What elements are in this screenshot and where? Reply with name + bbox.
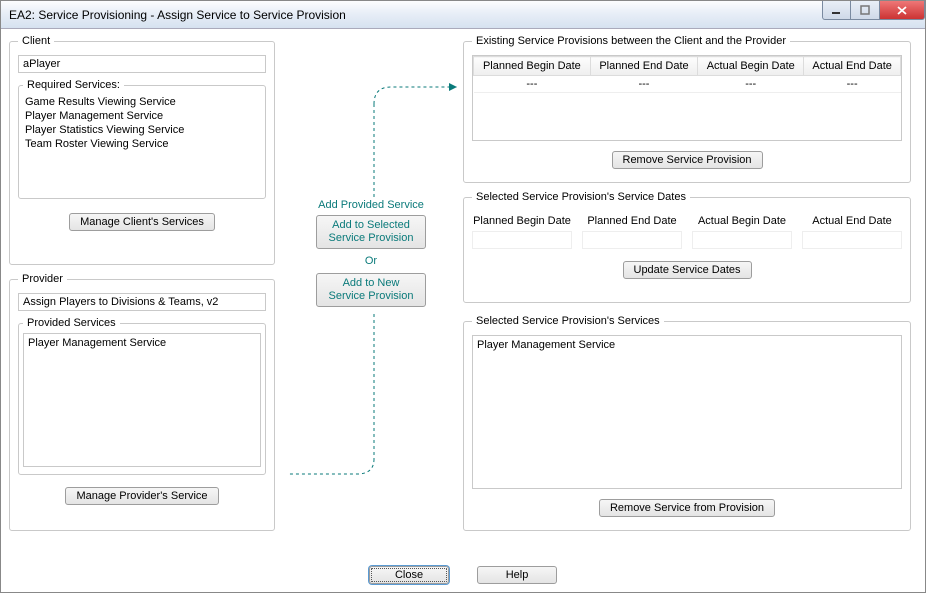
actual-end-label: Actual End Date: [802, 215, 902, 227]
manage-provider-service-button[interactable]: Manage Provider's Service: [65, 487, 218, 505]
add-provided-service-label: Add Provided Service: [291, 199, 451, 211]
list-item[interactable]: Player Statistics Viewing Service: [25, 123, 259, 137]
add-to-selected-button[interactable]: Add to Selected Service Provision: [316, 215, 426, 249]
col-planned-begin[interactable]: Planned Begin Date: [474, 57, 591, 76]
provider-legend: Provider: [18, 273, 67, 285]
provided-services-list[interactable]: Player Management Service: [23, 333, 261, 467]
close-button[interactable]: [880, 1, 925, 20]
list-item[interactable]: Player Management Service: [25, 109, 259, 123]
or-label: Or: [291, 255, 451, 267]
selected-services-legend: Selected Service Provision's Services: [472, 315, 664, 327]
titlebar: EA2: Service Provisioning - Assign Servi…: [1, 1, 925, 29]
actual-begin-label: Actual Begin Date: [692, 215, 792, 227]
remove-service-from-provision-button[interactable]: Remove Service from Provision: [599, 499, 775, 517]
list-item[interactable]: Player Management Service: [477, 338, 897, 352]
service-dates-group: Selected Service Provision's Service Dat…: [463, 191, 911, 303]
manage-client-services-button[interactable]: Manage Client's Services: [69, 213, 215, 231]
service-dates-legend: Selected Service Provision's Service Dat…: [472, 191, 690, 203]
window-controls: [822, 1, 925, 21]
close-icon: [896, 5, 909, 16]
provider-name-field[interactable]: [18, 293, 266, 311]
existing-provisions-group: Existing Service Provisions between the …: [463, 35, 911, 183]
actual-end-input[interactable]: [802, 231, 902, 249]
table-row[interactable]: ------------: [474, 76, 901, 93]
window-body: Client Required Services: Game Results V…: [1, 29, 925, 592]
minimize-button[interactable]: [822, 1, 851, 20]
help-button[interactable]: Help: [477, 566, 557, 584]
client-legend: Client: [18, 35, 54, 47]
required-services-list[interactable]: Game Results Viewing ServicePlayer Manag…: [23, 95, 261, 191]
update-service-dates-button[interactable]: Update Service Dates: [623, 261, 752, 279]
planned-begin-label: Planned Begin Date: [472, 215, 572, 227]
add-service-panel: Add Provided Service Add to Selected Ser…: [291, 199, 451, 307]
close-dialog-button[interactable]: Close: [369, 566, 449, 584]
dialog-footer: Close Help: [1, 566, 925, 584]
provisions-table[interactable]: Planned Begin Date Planned End Date Actu…: [473, 56, 901, 93]
planned-end-input[interactable]: [582, 231, 682, 249]
existing-provisions-legend: Existing Service Provisions between the …: [472, 35, 790, 47]
planned-begin-input[interactable]: [472, 231, 572, 249]
minimize-icon: [831, 5, 842, 16]
selected-services-group: Selected Service Provision's Services Pl…: [463, 315, 911, 531]
window-title: EA2: Service Provisioning - Assign Servi…: [9, 8, 346, 22]
list-item[interactable]: Player Management Service: [28, 336, 256, 350]
col-actual-end[interactable]: Actual End Date: [804, 57, 901, 76]
planned-end-label: Planned End Date: [582, 215, 682, 227]
selected-services-list[interactable]: Player Management Service: [472, 335, 902, 489]
client-name-field[interactable]: [18, 55, 266, 73]
list-item[interactable]: Game Results Viewing Service: [25, 95, 259, 109]
maximize-icon: [860, 5, 871, 16]
actual-begin-input[interactable]: [692, 231, 792, 249]
maximize-button[interactable]: [851, 1, 880, 20]
provided-services-legend: Provided Services: [23, 317, 120, 329]
required-services-legend: Required Services:: [23, 79, 124, 91]
add-to-new-button[interactable]: Add to New Service Provision: [316, 273, 426, 307]
provider-group: Provider Provided Services Player Manage…: [9, 273, 275, 531]
provided-services-group: Provided Services Player Management Serv…: [18, 317, 266, 475]
col-planned-end[interactable]: Planned End Date: [590, 57, 697, 76]
col-actual-begin[interactable]: Actual Begin Date: [698, 57, 804, 76]
provisions-header-row: Planned Begin Date Planned End Date Actu…: [474, 57, 901, 76]
list-item[interactable]: Team Roster Viewing Service: [25, 137, 259, 151]
client-group: Client Required Services: Game Results V…: [9, 35, 275, 265]
remove-service-provision-button[interactable]: Remove Service Provision: [612, 151, 763, 169]
required-services-group: Required Services: Game Results Viewing …: [18, 79, 266, 199]
